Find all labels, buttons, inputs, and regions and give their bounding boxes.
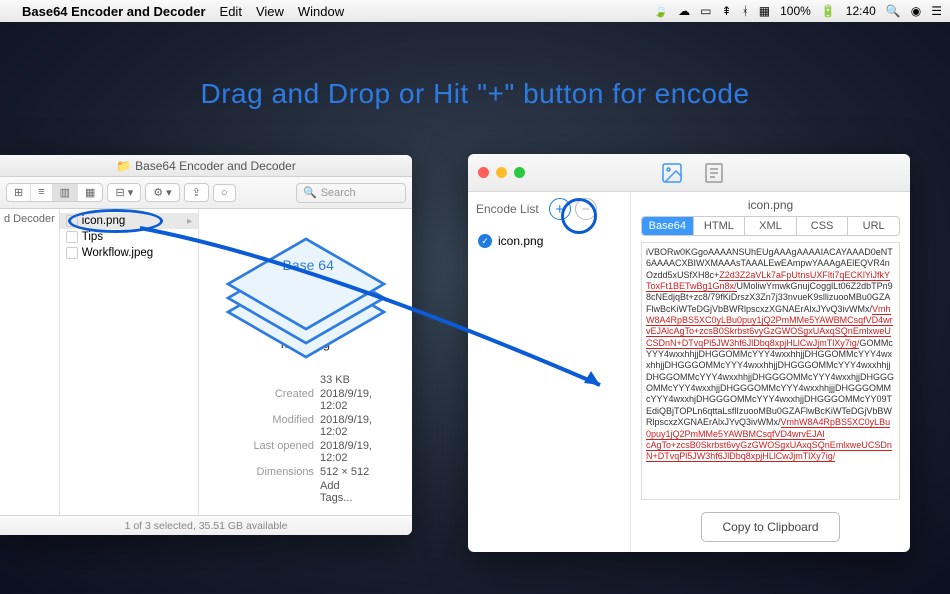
battery-icon[interactable]: 🔋 — [821, 4, 836, 18]
tab-css[interactable]: CSS — [797, 217, 849, 235]
tab-html[interactable]: HTML — [694, 217, 746, 235]
encode-output-panel: icon.png Base64 HTML XML CSS URL iVBORw0… — [631, 192, 910, 552]
menubar: Base64 Encoder and Decoder Edit View Win… — [0, 0, 950, 22]
app-title[interactable]: Base64 Encoder and Decoder — [22, 4, 206, 19]
share-button[interactable]: ⇪ — [185, 184, 208, 201]
encode-list: ✓ icon.png — [468, 226, 630, 256]
share-group[interactable]: ⇪ — [184, 183, 209, 202]
preview-meta: 33 KB Created2018/9/19, 12:02 Modified20… — [209, 373, 402, 505]
arrange-button[interactable]: ⊟ ▾ — [108, 184, 140, 201]
cloud-icon[interactable]: ☁ — [678, 4, 690, 18]
tags-button[interactable]: ○ — [214, 185, 235, 201]
menubar-right: 🍃 ☁ ▭ ⇞ ᚼ ▦ 100% 🔋 12:40 🔍 ◉ ☰ — [653, 4, 942, 18]
leaf-icon[interactable]: 🍃 — [653, 4, 668, 18]
traffic-lights — [478, 167, 525, 178]
battery-box-icon[interactable]: ▭ — [700, 4, 711, 18]
minimize-button[interactable] — [496, 167, 507, 178]
finder-body: d Decoder icon.png ▸ Tips Workflow.jpeg — [0, 209, 412, 515]
meta-val: 512 × 512 — [320, 466, 372, 478]
preview-icon: Base 64 — [241, 229, 371, 318]
action-group[interactable]: ⚙ ▾ — [145, 183, 179, 202]
menu-view[interactable]: View — [256, 4, 284, 19]
list-item[interactable]: ✓ icon.png — [478, 234, 620, 248]
finder-titlebar[interactable]: 📁 Base64 Encoder and Decoder — [0, 155, 412, 177]
encoder-window: Encode List + − ✓ icon.png icon.png Base… — [468, 154, 910, 552]
check-icon: ✓ — [478, 234, 492, 248]
battery-percent[interactable]: 100% — [780, 4, 811, 18]
search-placeholder: Search — [321, 187, 356, 199]
encode-list-header: Encode List + − — [468, 192, 630, 226]
text-mode-icon[interactable] — [702, 161, 726, 185]
add-button[interactable]: + — [549, 198, 571, 220]
meta-key: Modified — [239, 414, 314, 438]
meta-val: 2018/9/19, 12:02 — [320, 388, 372, 412]
encoder-content: Encode List + − ✓ icon.png icon.png Base… — [468, 192, 910, 552]
headline: Drag and Drop or Hit "+" button for enco… — [0, 78, 950, 110]
meta-key: Dimensions — [239, 466, 314, 478]
menu-window[interactable]: Window — [298, 4, 344, 19]
meta-val: 2018/9/19, 12:02 — [320, 414, 372, 438]
search-icon: 🔍 — [303, 186, 317, 199]
icon-view-button[interactable]: ⊞ — [7, 184, 31, 201]
output-textarea[interactable]: iVBORw0KGgoAAAANSUhEUgAAAgAAAAIACAYAAAD0… — [641, 242, 900, 500]
arrange-group[interactable]: ⊟ ▾ — [107, 183, 141, 202]
folder-icon: 📁 — [116, 159, 131, 173]
flag-icon[interactable]: ▦ — [759, 4, 770, 18]
file-icon — [66, 215, 78, 227]
copy-to-clipboard-button[interactable]: Copy to Clipboard — [701, 512, 839, 542]
finder-search[interactable]: 🔍 Search — [296, 183, 406, 203]
action-button[interactable]: ⚙ ▾ — [146, 184, 178, 201]
zoom-button[interactable] — [514, 167, 525, 178]
finder-toolbar: ⊞ ≡ ▥ ▦ ⊟ ▾ ⚙ ▾ ⇪ ○ 🔍 Search — [0, 177, 412, 209]
stack-label: Base 64 — [283, 257, 334, 273]
meta-key: Created — [239, 388, 314, 412]
remove-button[interactable]: − — [575, 198, 597, 220]
menu-edit[interactable]: Edit — [220, 4, 242, 19]
file-name: Tips — [82, 231, 103, 243]
tab-url[interactable]: URL — [848, 217, 899, 235]
add-tags-button[interactable]: Add Tags... — [320, 480, 372, 504]
wifi-icon[interactable]: ⇞ — [722, 4, 732, 18]
finder-status-bar: 1 of 3 selected, 35.51 GB available — [0, 515, 412, 535]
list-view-button[interactable]: ≡ — [31, 184, 52, 201]
meta-val: 2018/9/19, 12:02 — [320, 440, 372, 464]
close-button[interactable] — [478, 167, 489, 178]
file-row-workflow[interactable]: Workflow.jpeg — [60, 245, 198, 261]
bluetooth-icon[interactable]: ᚼ — [742, 4, 749, 18]
chevron-right-icon: ▸ — [187, 216, 192, 227]
list-item-name: icon.png — [498, 234, 543, 248]
image-mode-icon[interactable] — [660, 161, 684, 185]
file-icon — [66, 231, 78, 243]
encoder-titlebar[interactable] — [468, 154, 910, 192]
tab-base64[interactable]: Base64 — [642, 217, 694, 235]
encode-list-panel: Encode List + − ✓ icon.png — [468, 192, 631, 552]
sidebar-item[interactable]: d Decoder — [4, 213, 55, 225]
meta-key: Last opened — [239, 440, 314, 464]
output-filename: icon.png — [641, 198, 900, 212]
file-icon — [66, 247, 78, 259]
file-row-icon-png[interactable]: icon.png ▸ — [60, 213, 198, 229]
format-tabs: Base64 HTML XML CSS URL — [641, 216, 900, 236]
finder-sidebar-col: d Decoder — [0, 209, 60, 515]
column-view-button[interactable]: ▥ — [53, 184, 78, 201]
tab-xml[interactable]: XML — [745, 217, 797, 235]
file-row-tips[interactable]: Tips — [60, 229, 198, 245]
gallery-view-button[interactable]: ▦ — [78, 184, 102, 201]
finder-file-list: icon.png ▸ Tips Workflow.jpeg — [60, 209, 199, 515]
title-mode-icons — [660, 161, 726, 185]
spotlight-icon[interactable]: 🔍 — [886, 4, 901, 18]
finder-window: 📁 Base64 Encoder and Decoder ⊞ ≡ ▥ ▦ ⊟ ▾… — [0, 155, 412, 535]
file-size: 33 KB — [320, 374, 372, 386]
encode-list-label: Encode List — [476, 202, 539, 216]
view-mode-group: ⊞ ≡ ▥ ▦ — [6, 183, 103, 202]
file-name: Workflow.jpeg — [82, 247, 153, 259]
clock[interactable]: 12:40 — [846, 4, 876, 18]
notification-center-icon[interactable]: ☰ — [931, 4, 942, 18]
tags-group[interactable]: ○ — [213, 184, 236, 202]
file-name: icon.png — [82, 215, 125, 227]
finder-title: Base64 Encoder and Decoder — [135, 159, 296, 173]
finder-preview: Base 64 icon.png 33 KB Created2018/9/19,… — [199, 209, 412, 515]
siri-icon[interactable]: ◉ — [911, 4, 921, 18]
